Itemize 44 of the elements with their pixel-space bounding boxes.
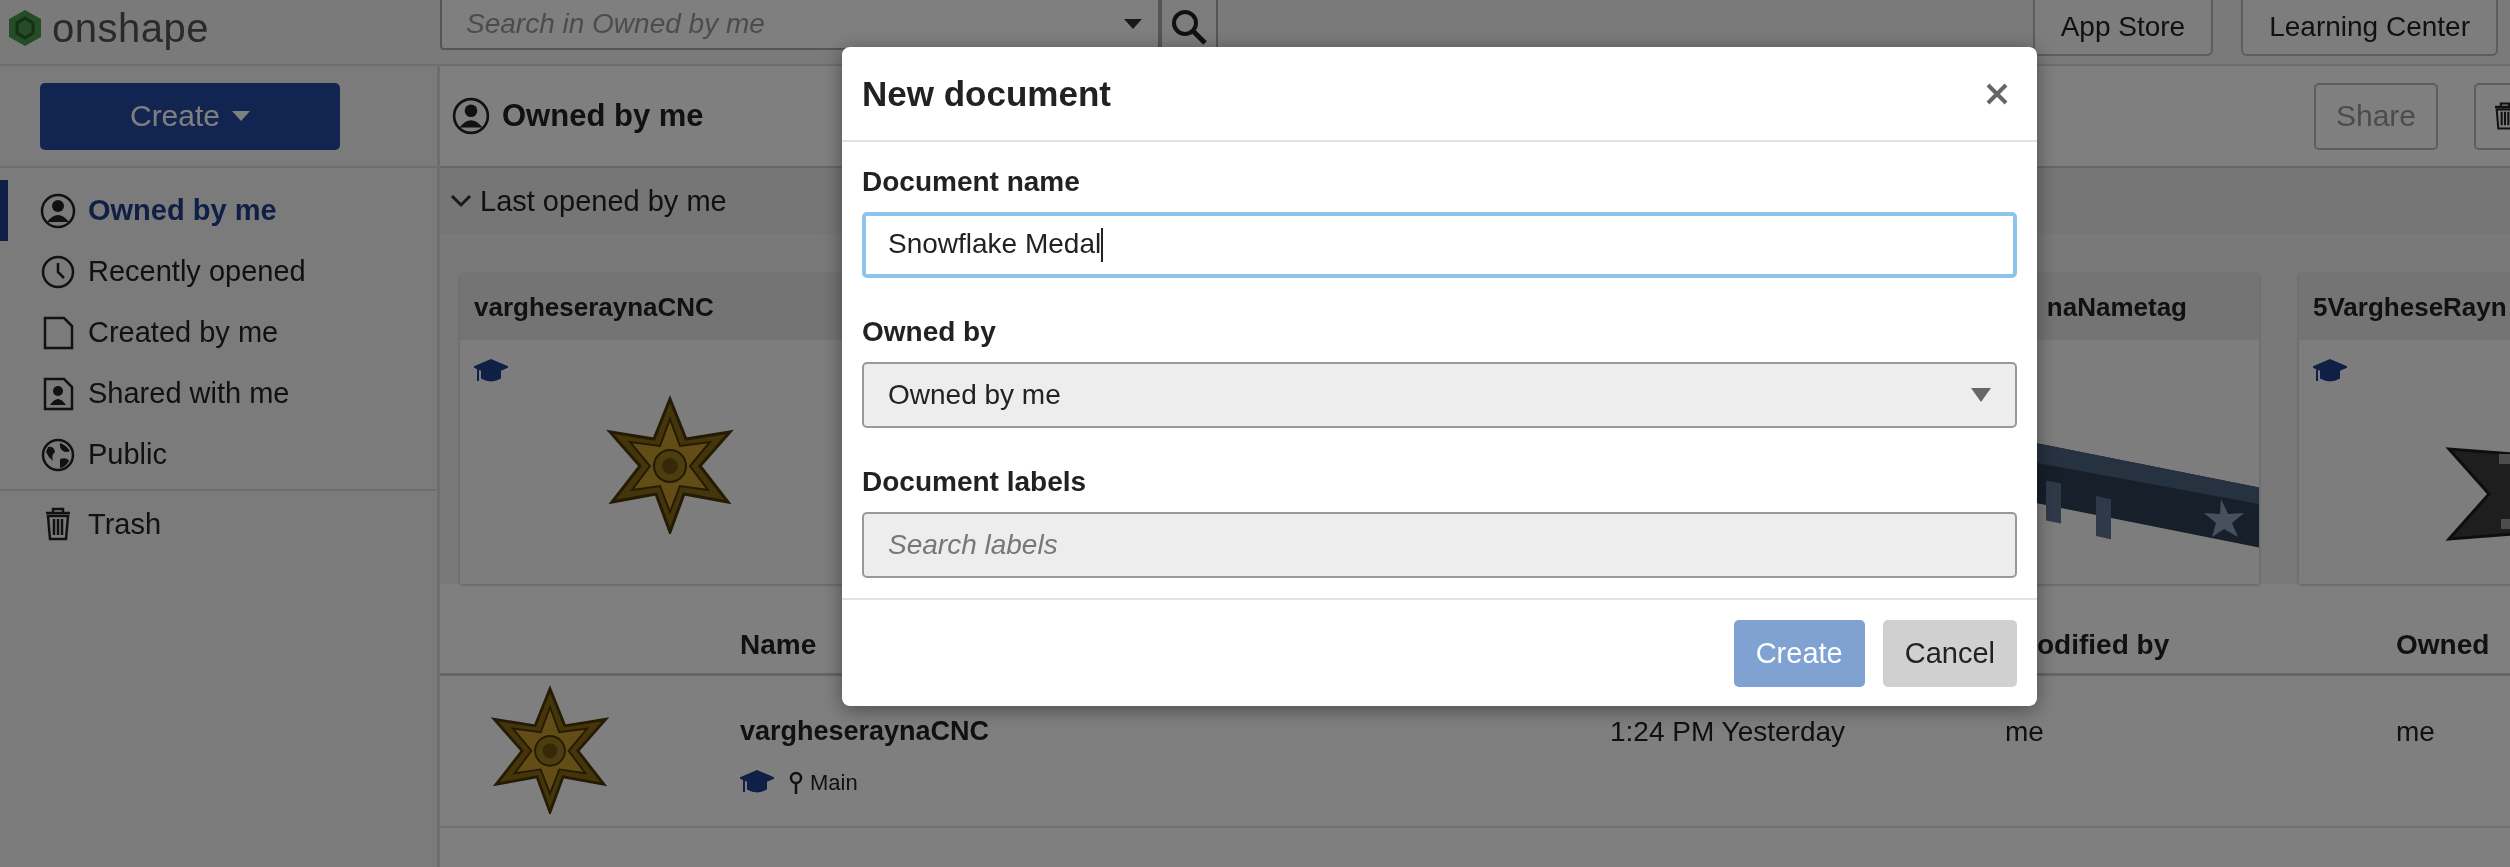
sidebar-label: Public bbox=[88, 438, 167, 471]
sidebar-item[interactable]: Trash bbox=[0, 489, 437, 557]
logo-text: onshape bbox=[52, 5, 209, 51]
page-title: Owned by me bbox=[502, 98, 704, 134]
close-icon bbox=[1985, 81, 2009, 106]
dialog-title: New document bbox=[862, 73, 1111, 114]
sidebar-item[interactable]: Owned by me bbox=[0, 180, 437, 241]
table-cell-text: me bbox=[2005, 715, 2045, 748]
column-header[interactable]: Owned bbox=[2396, 629, 2510, 661]
document-card[interactable]: 5VargheseRayn bbox=[2299, 274, 2510, 584]
card-title: 5VargheseRayn bbox=[2299, 274, 2510, 340]
document-name[interactable]: vargheseraynaCNC bbox=[740, 716, 1610, 747]
header-button[interactable]: Learning Center bbox=[2241, 0, 2498, 56]
globe-icon bbox=[40, 436, 76, 473]
dropdown-field[interactable]: Owned by me bbox=[862, 362, 2017, 428]
field-label: Document name bbox=[862, 165, 1081, 199]
branch-label: Main bbox=[810, 770, 858, 796]
chevron-icon bbox=[450, 194, 472, 208]
input-field[interactable]: Snowflake Medal bbox=[862, 212, 2017, 278]
caret-icon bbox=[1124, 19, 1142, 29]
table-cell-text: me bbox=[2396, 715, 2436, 748]
create-button[interactable]: Create bbox=[1733, 619, 1865, 687]
sidebar-label: Shared with me bbox=[88, 377, 290, 410]
search-icon bbox=[1170, 8, 1208, 46]
person-icon bbox=[452, 97, 490, 135]
cancel-button[interactable]: Cancel bbox=[1882, 619, 2017, 687]
sidebar-label: Trash bbox=[88, 507, 162, 541]
person-icon bbox=[40, 192, 76, 229]
sidebar-item[interactable]: Recently opened bbox=[0, 241, 437, 302]
logo-icon bbox=[8, 9, 42, 47]
table-cell-text: 1:24 PM Yesterday bbox=[1610, 715, 1847, 748]
create-button[interactable]: Create bbox=[40, 82, 340, 150]
sidebar-item[interactable]: Public bbox=[0, 424, 437, 485]
sidebar-label: Owned by me bbox=[88, 194, 277, 227]
caret-icon bbox=[232, 111, 250, 121]
sidebar-item[interactable]: Created by me bbox=[0, 302, 437, 363]
header-button[interactable]: App Store bbox=[2032, 0, 2214, 56]
sidebar-label: Recently opened bbox=[88, 255, 306, 288]
sidebar-item[interactable]: Shared with me bbox=[0, 363, 437, 424]
pin-icon bbox=[788, 771, 804, 795]
caret-icon bbox=[1971, 388, 1991, 402]
input-field[interactable]: Search labels bbox=[862, 512, 2017, 578]
sidebar-label: Created by me bbox=[88, 316, 279, 349]
clock-icon bbox=[40, 253, 76, 290]
